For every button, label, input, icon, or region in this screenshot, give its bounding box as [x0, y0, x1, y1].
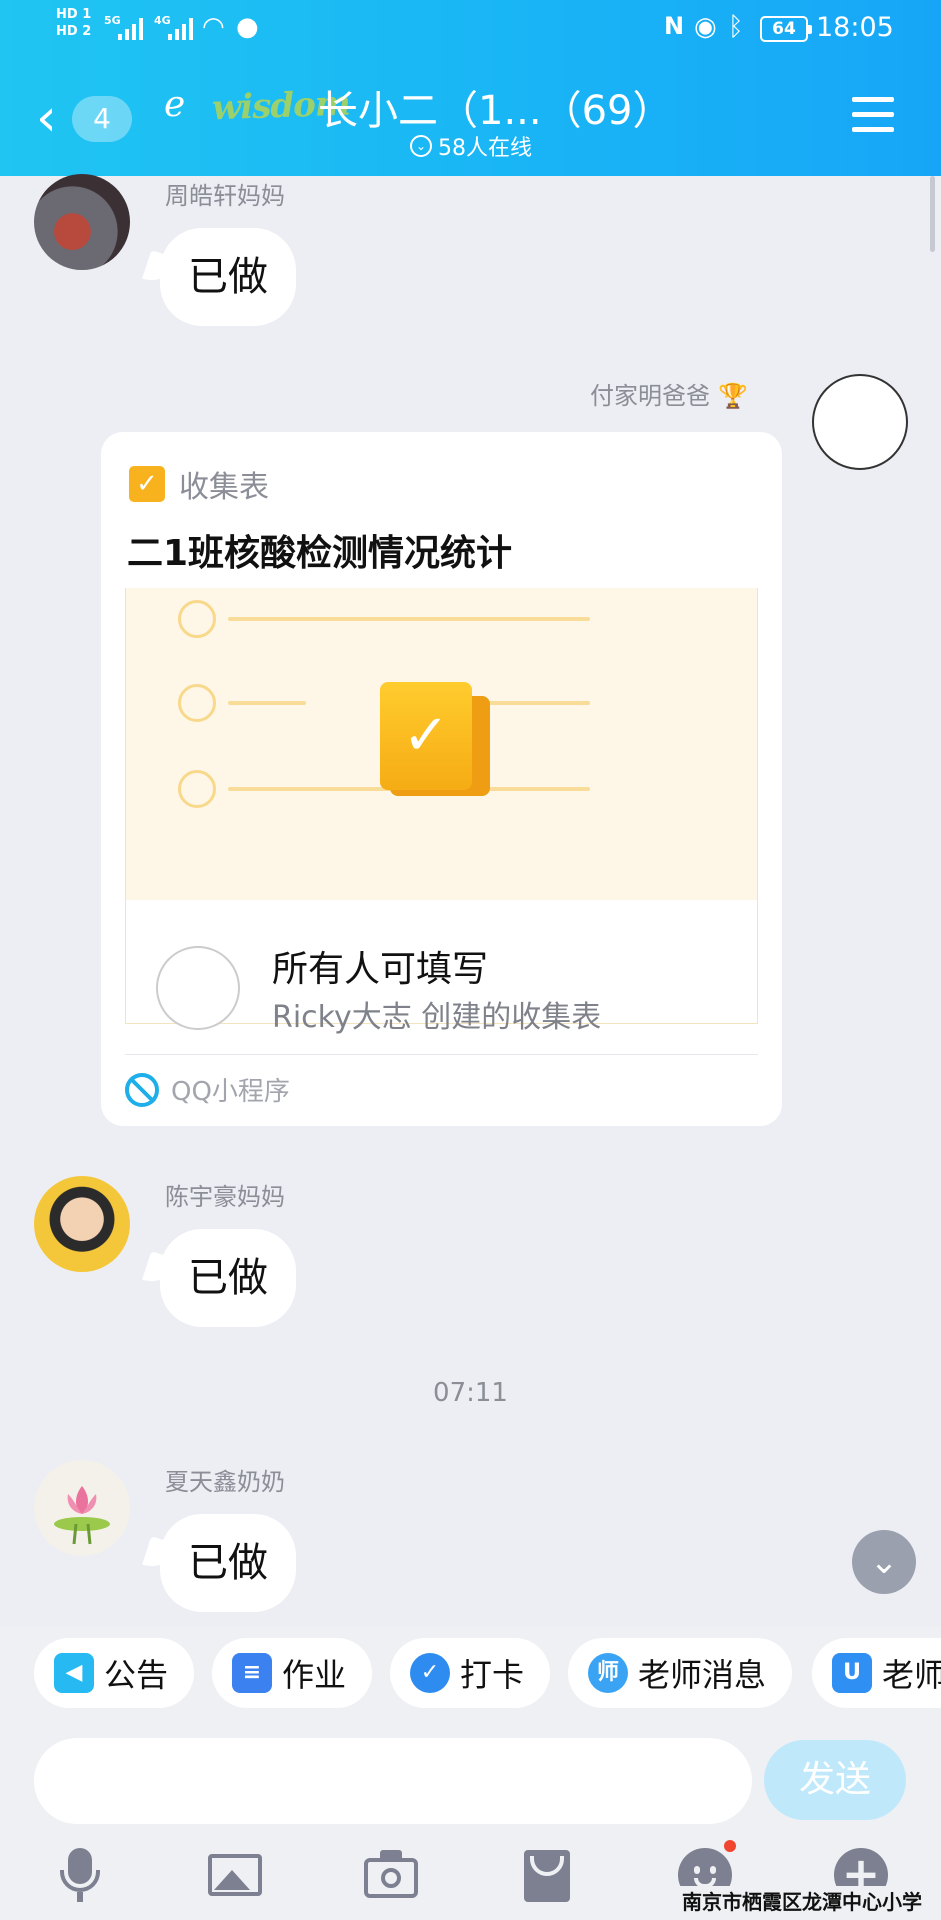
teacher-badge-icon: 师 — [588, 1653, 628, 1693]
message-bubble[interactable]: 已做 — [160, 1229, 296, 1327]
timestamp: 07:11 — [433, 1378, 508, 1408]
notification-dot — [724, 1840, 736, 1852]
send-button[interactable]: 发送 — [764, 1740, 906, 1820]
mini-program-label: QQ小程序 — [171, 1077, 290, 1107]
sender-name: 夏天鑫奶奶 — [165, 1468, 285, 1496]
chip-label: 打卡 — [460, 1656, 525, 1694]
wifi-icon: ◠ — [202, 12, 225, 42]
sim2-label: HD 2 — [56, 24, 92, 39]
scrollbar[interactable] — [930, 176, 935, 252]
bluetooth-icon: ᛒ — [728, 12, 744, 42]
online-count: 58人在线 — [438, 136, 532, 161]
nfc-icon: N — [664, 12, 685, 40]
check-circle-icon: ✓ — [410, 1653, 450, 1693]
form-illustration: ✓ — [126, 588, 757, 900]
chat-header: HD 1 HD 2 5G 4G ◠ ● N ◉ ᛒ 64 18:05 ‹ 4 ℯ… — [0, 0, 941, 176]
card-preview: ✓ 所有人可填写 Ricky大志 创建的收集表 — [125, 588, 758, 1035]
sender-name: 周皓轩妈妈 — [165, 182, 285, 210]
avatar[interactable] — [34, 1460, 130, 1556]
magnet-icon: U — [832, 1653, 872, 1693]
message-bubble[interactable]: 已做 — [160, 1514, 296, 1612]
message-input-row: 发送 — [0, 1722, 941, 1832]
wechat-icon: ● — [236, 12, 259, 42]
check-document-icon: ✓ — [380, 682, 472, 790]
chip-label: 公告 — [104, 1656, 169, 1694]
avatar[interactable] — [812, 374, 908, 470]
sender-name: 陈宇豪妈妈 — [165, 1183, 285, 1211]
avatar[interactable] — [34, 1176, 130, 1272]
quick-actions-bar: ◀ 公告 ≡ 作业 ✓ 打卡 师 老师消息 U 老师 — [0, 1626, 941, 1722]
sim-indicators: HD 1 HD 2 — [56, 6, 91, 40]
back-arrow-icon[interactable]: ‹ — [36, 92, 57, 144]
sender-name: 付家明爸爸 🏆 — [590, 382, 748, 410]
form-card[interactable]: ✓ 收集表 二1班核酸检测情况统计 ✓ 所有人可填写 Ricky大志 创建的收集… — [101, 432, 782, 1126]
quick-action-teacher-messages[interactable]: 师 老师消息 — [568, 1638, 793, 1708]
megaphone-icon: ◀ — [54, 1653, 94, 1693]
status-bar: HD 1 HD 2 5G 4G ◠ ● N ◉ ᛒ 64 18:05 — [0, 0, 941, 58]
camera-icon[interactable] — [364, 1848, 420, 1904]
document-icon: ≡ — [232, 1653, 272, 1693]
chip-label: 老师 — [882, 1656, 941, 1694]
avatar[interactable] — [34, 174, 130, 270]
trophy-icon: 🏆 — [718, 382, 748, 410]
chevron-down-icon: ⌄ — [410, 135, 432, 157]
red-packet-icon[interactable] — [520, 1848, 576, 1904]
microphone-icon[interactable] — [52, 1848, 108, 1904]
mini-program-icon — [125, 1072, 159, 1107]
online-status[interactable]: ⌄ 58人在线 — [410, 130, 532, 162]
creator-line: Ricky大志 创建的收集表 — [272, 1000, 602, 1035]
card-header: ✓ 收集表 — [129, 462, 269, 506]
earpiece-mode-icon[interactable]: ℯ — [164, 84, 185, 125]
scroll-to-bottom-button[interactable]: ⌄ — [852, 1530, 916, 1594]
creator-avatar — [156, 946, 240, 1030]
checkbox-icon: ✓ — [129, 466, 165, 502]
battery-icon: 64 — [760, 16, 812, 42]
menu-icon[interactable] — [852, 97, 894, 133]
card-footer: QQ小程序 — [125, 1054, 758, 1108]
quick-action-checkin[interactable]: ✓ 打卡 — [390, 1638, 551, 1708]
unread-badge[interactable]: 4 — [72, 96, 132, 142]
image-icon[interactable] — [208, 1848, 264, 1904]
signal-bars-1-icon — [118, 14, 143, 40]
group-title[interactable]: 长小二（1...（69） — [318, 78, 673, 136]
alarm-icon: ◉ — [694, 12, 717, 42]
fill-permission: 所有人可填写 — [272, 949, 489, 990]
clock: 18:05 — [816, 12, 894, 43]
signal-bars-2-icon — [168, 14, 193, 40]
school-watermark: 南京市栖霞区龙潭中心小学 — [678, 1886, 926, 1915]
quick-action-teacher[interactable]: U 老师 — [812, 1638, 941, 1708]
message-input[interactable] — [34, 1738, 752, 1824]
lotus-icon — [54, 1486, 110, 1545]
chip-label: 老师消息 — [638, 1656, 767, 1694]
card-title: 二1班核酸检测情况统计 — [127, 533, 513, 574]
chip-label: 作业 — [282, 1656, 347, 1694]
card-category: 收集表 — [179, 470, 269, 505]
message-bubble[interactable]: 已做 — [160, 228, 296, 326]
quick-action-homework[interactable]: ≡ 作业 — [212, 1638, 373, 1708]
sim1-label: HD 1 — [56, 7, 92, 22]
quick-action-announcement[interactable]: ◀ 公告 — [34, 1638, 195, 1708]
